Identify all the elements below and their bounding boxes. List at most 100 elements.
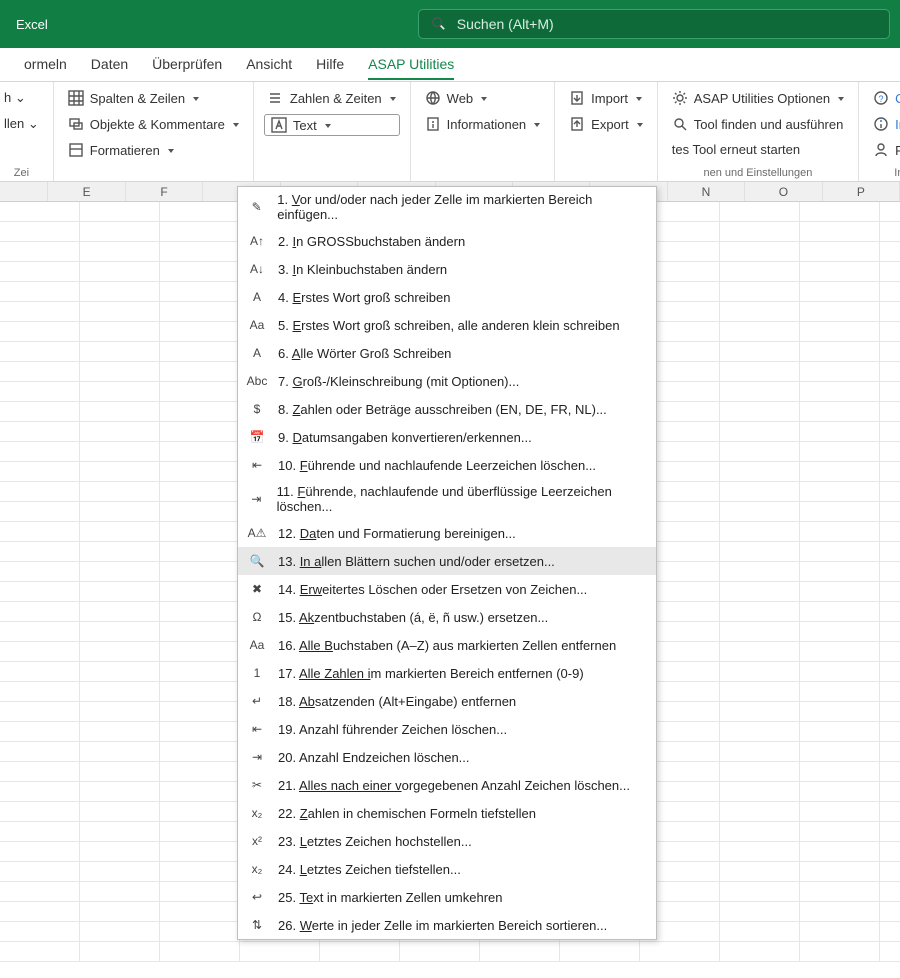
- search-box[interactable]: Suchen (Alt+M): [418, 9, 890, 39]
- cell[interactable]: [720, 202, 800, 222]
- cell[interactable]: [0, 262, 80, 282]
- cell[interactable]: [0, 662, 80, 682]
- ribbon-btn-g1b[interactable]: llen ⌄: [0, 114, 43, 134]
- cell[interactable]: [0, 822, 80, 842]
- cell[interactable]: [800, 622, 880, 642]
- ribbon-btn-find-tool[interactable]: Tool finden und ausführen: [668, 114, 848, 134]
- cell[interactable]: [880, 682, 900, 702]
- cell[interactable]: [800, 322, 880, 342]
- ribbon-btn-online-faq[interactable]: ? Online-FAQ: [869, 88, 900, 108]
- cell[interactable]: [80, 742, 160, 762]
- cell[interactable]: [80, 342, 160, 362]
- ribbon-btn-text[interactable]: Text: [264, 114, 400, 136]
- menu-item-25[interactable]: ↩25. Text in markierten Zellen umkehren: [238, 883, 656, 911]
- cell[interactable]: [160, 282, 240, 302]
- menu-item-4[interactable]: A4. Erstes Wort groß schreiben: [238, 283, 656, 311]
- cell[interactable]: [880, 642, 900, 662]
- ribbon-btn-information[interactable]: Informationen: [421, 114, 545, 134]
- cell[interactable]: [160, 502, 240, 522]
- cell[interactable]: [480, 942, 560, 962]
- cell[interactable]: [720, 782, 800, 802]
- cell[interactable]: [720, 302, 800, 322]
- sheet-area[interactable]: ✎1. Vor und/oder nach jeder Zelle im mar…: [0, 202, 900, 962]
- cell[interactable]: [800, 282, 880, 302]
- cell[interactable]: [80, 422, 160, 442]
- cell[interactable]: [80, 762, 160, 782]
- cell[interactable]: [800, 462, 880, 482]
- cell[interactable]: [800, 762, 880, 782]
- menu-item-26[interactable]: ⇅26. Werte in jeder Zelle im markierten …: [238, 911, 656, 939]
- cell[interactable]: [880, 242, 900, 262]
- cell[interactable]: [720, 722, 800, 742]
- cell[interactable]: [880, 882, 900, 902]
- cell[interactable]: [720, 922, 800, 942]
- cell[interactable]: [160, 702, 240, 722]
- cell[interactable]: [800, 362, 880, 382]
- cell[interactable]: [80, 782, 160, 802]
- cell[interactable]: [0, 922, 80, 942]
- menu-item-23[interactable]: x²23. Letztes Zeichen hochstellen...: [238, 827, 656, 855]
- cell[interactable]: [800, 242, 880, 262]
- cell[interactable]: [720, 562, 800, 582]
- cell[interactable]: [880, 942, 900, 962]
- cell[interactable]: [800, 602, 880, 622]
- cell[interactable]: [880, 342, 900, 362]
- cell[interactable]: [80, 922, 160, 942]
- cell[interactable]: [160, 662, 240, 682]
- ribbon-btn-format[interactable]: Formatieren: [64, 140, 243, 160]
- cell[interactable]: [800, 822, 880, 842]
- cell[interactable]: [880, 902, 900, 922]
- tab-hilfe[interactable]: Hilfe: [316, 50, 344, 80]
- ribbon-btn-rerun-tool[interactable]: tes Tool erneut starten: [668, 140, 848, 159]
- cell[interactable]: [0, 382, 80, 402]
- cell[interactable]: [800, 902, 880, 922]
- cell[interactable]: [880, 562, 900, 582]
- cell[interactable]: [160, 342, 240, 362]
- cell[interactable]: [720, 802, 800, 822]
- cell[interactable]: [720, 702, 800, 722]
- cell[interactable]: [800, 722, 880, 742]
- cell[interactable]: [0, 222, 80, 242]
- cell[interactable]: [720, 682, 800, 702]
- cell[interactable]: [720, 942, 800, 962]
- cell[interactable]: [160, 362, 240, 382]
- cell[interactable]: [800, 582, 880, 602]
- cell[interactable]: [80, 602, 160, 622]
- menu-item-19[interactable]: ⇤19. Anzahl führender Zeichen löschen...: [238, 715, 656, 743]
- cell[interactable]: [80, 542, 160, 562]
- cell[interactable]: [0, 482, 80, 502]
- cell[interactable]: [800, 422, 880, 442]
- cell[interactable]: [880, 322, 900, 342]
- menu-item-22[interactable]: x₂22. Zahlen in chemischen Formeln tiefs…: [238, 799, 656, 827]
- cell[interactable]: [160, 722, 240, 742]
- menu-item-2[interactable]: A↑2. In GROSSbuchstaben ändern: [238, 227, 656, 255]
- cell[interactable]: [720, 602, 800, 622]
- cell[interactable]: [80, 942, 160, 962]
- cell[interactable]: [80, 562, 160, 582]
- cell[interactable]: [720, 642, 800, 662]
- cell[interactable]: [80, 282, 160, 302]
- cell[interactable]: [0, 282, 80, 302]
- cell[interactable]: [800, 302, 880, 322]
- cell[interactable]: [880, 762, 900, 782]
- menu-item-20[interactable]: ⇥20. Anzahl Endzeichen löschen...: [238, 743, 656, 771]
- cell[interactable]: [800, 802, 880, 822]
- menu-item-3[interactable]: A↓3. In Kleinbuchstaben ändern: [238, 255, 656, 283]
- cell[interactable]: [0, 562, 80, 582]
- cell[interactable]: [720, 262, 800, 282]
- cell[interactable]: [160, 482, 240, 502]
- menu-item-12[interactable]: A⚠12. Daten und Formatierung bereinigen.…: [238, 519, 656, 547]
- menu-item-14[interactable]: ✖14. Erweitertes Löschen oder Ersetzen v…: [238, 575, 656, 603]
- cell[interactable]: [800, 402, 880, 422]
- cell[interactable]: [0, 522, 80, 542]
- cell[interactable]: [80, 722, 160, 742]
- cell[interactable]: [160, 542, 240, 562]
- cell[interactable]: [880, 222, 900, 242]
- cell[interactable]: [720, 402, 800, 422]
- cell[interactable]: [720, 902, 800, 922]
- cell[interactable]: [160, 522, 240, 542]
- col-E[interactable]: E: [48, 182, 125, 201]
- ribbon-btn-asap-options[interactable]: ASAP Utilities Optionen: [668, 88, 848, 108]
- cell[interactable]: [880, 922, 900, 942]
- cell[interactable]: [80, 862, 160, 882]
